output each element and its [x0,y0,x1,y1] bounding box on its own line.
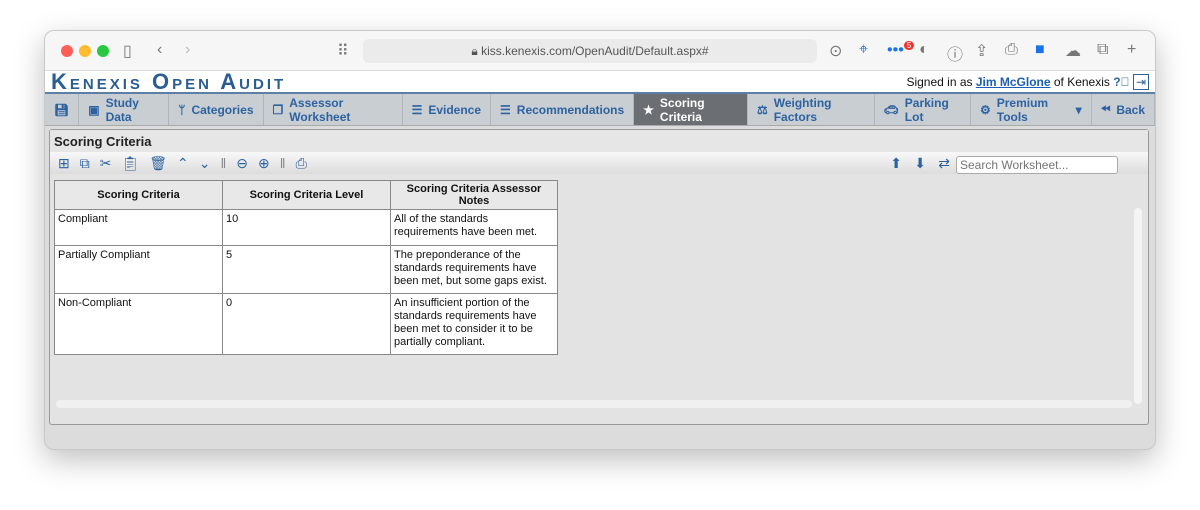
arrow-up-circle-icon[interactable]: ⬆ [890,155,902,172]
worksheet-toolbar: ⊞ ⧉ ✂ 📋︎ 🗑︎ ⌃ ⌄ ‖ ⊖ ⊕ ‖ ⎙ ⬆ ⬇ ⇄ [50,152,1148,174]
tab-label: Assessor Worksheet [289,95,351,124]
grid-icon[interactable]: ⠿ [337,41,349,61]
back-icon: ⏪︎ [1100,102,1111,116]
arrow-down-circle-icon[interactable]: ⬇ [914,155,926,172]
browser-window: ▯ ‹ › ⠿ 🔒︎ kiss.kenexis.com/OpenAudit/De… [44,30,1156,450]
cell[interactable]: All of the standards requirements have b… [390,209,558,246]
cell[interactable]: 10 [222,209,391,246]
star-icon: ★ [643,102,654,117]
tab-scoring-criteria[interactable]: ★ Scoring Criteria [634,94,748,125]
tab-weighting-factors[interactable]: ⚖ Weighting Factors [748,94,875,125]
move-down-icon[interactable]: ⌄ [199,155,211,172]
tabs-icon[interactable]: ⧉ [1097,41,1108,59]
separator: ‖ [279,155,286,171]
delete-icon[interactable]: 🗑︎ [149,155,167,172]
target-icon[interactable]: ⌖ [859,41,868,59]
tab-label: Evidence [428,102,482,117]
close-button[interactable] [61,45,73,57]
tab-categories[interactable]: ᛘ Categories [169,94,264,125]
tab-study-data[interactable]: ▣ Study Data [79,94,170,125]
list-icon: ☰ [411,102,423,117]
move-up-icon[interactable]: ⌃ [177,155,189,172]
cut-icon[interactable]: ✂ [100,155,112,172]
table-row[interactable]: Non-Compliant 0 An insufficient portion of… [54,293,558,355]
tab-premium-tools[interactable]: ⚙ Premium Tools ▾ [971,94,1092,125]
tab-label: Recommendations [516,102,625,117]
cell[interactable]: The preponderance of the standards requi… [390,245,558,294]
help-icon[interactable]: ?⃝ [1113,75,1129,89]
tab-label: Back [1116,102,1145,117]
cell[interactable]: 0 [222,293,391,355]
gears-icon: ⚙ [979,102,991,117]
tab-label: Premium Tools [996,95,1049,124]
cell[interactable]: 5 [222,245,391,294]
print-icon[interactable]: ⎙ [296,155,307,172]
list-icon: ☰ [500,102,511,117]
shield-icon[interactable]: ◐ [919,41,929,59]
search-worksheet-input[interactable] [956,156,1118,174]
column-header[interactable]: Scoring Criteria Assessor Notes [390,180,558,210]
tab-recommendations[interactable]: ☰ Recommendations [491,94,635,125]
translate-icon[interactable]: ■ [1035,41,1045,59]
url-bar[interactable]: 🔒︎ kiss.kenexis.com/OpenAudit/Default.as… [363,39,817,63]
signed-in-info: Signed in as Jim McGlone of Kenexis ?⃝ ⇥ [906,74,1149,90]
tab-label: Categories [191,102,254,117]
tab-label: Scoring Criteria [659,95,705,124]
paste-icon[interactable]: 📋︎ [121,155,139,172]
zoom-button[interactable] [97,45,109,57]
minimize-button[interactable] [79,45,91,57]
logout-icon[interactable]: ⇥ [1132,74,1149,90]
scoring-criteria-panel: Scoring Criteria ⊞ ⧉ ✂ 📋︎ 🗑︎ ⌃ ⌄ ‖ ⊖ ⊕ ‖… [49,129,1149,425]
tab-evidence[interactable]: ☰ Evidence [403,94,492,125]
horizontal-scrollbar[interactable] [56,400,1132,408]
app-logo: Kenexis Open Audit [51,69,287,94]
fork-icon: ᛘ [178,102,186,117]
sidebar-icon[interactable]: ▯ [123,41,132,61]
cloud-icon[interactable]: ☁ [1065,41,1081,61]
tab-assessor-worksheet[interactable]: ❐ Assessor Worksheet [264,94,403,125]
cell[interactable]: An insufficient portion of the standards… [390,293,558,355]
back-nav-icon[interactable]: ‹ [157,41,162,59]
print-icon[interactable]: ⎙ [1005,41,1018,59]
column-header[interactable]: Scoring Criteria [54,180,223,210]
scale-icon: ⚖ [756,102,768,117]
share-icon[interactable]: ⇪ [975,41,988,61]
swap-icon[interactable]: ⇄ [938,155,950,172]
column-header[interactable]: Scoring Criteria Level [222,180,391,210]
tab-label: Weighting Factors [773,95,832,124]
tab-parking-lot[interactable]: 🚗︎ Parking Lot [875,94,971,125]
vertical-scrollbar[interactable] [1134,208,1142,404]
id-card-icon: ▣ [88,102,100,117]
cell[interactable]: Partially Compliant [54,245,223,294]
extension-icon[interactable]: ••• 5 [887,41,915,59]
caret-down-icon: ▾ [1075,102,1082,117]
tab-label: Parking Lot [904,95,949,124]
tab-label: Study Data [105,95,139,124]
cell[interactable]: Compliant [54,209,223,246]
table-row[interactable]: Partially Compliant 5 The preponderance of… [54,245,558,294]
main-tabs: 💾︎ ▣ Study Data ᛘ Categories ❐ Assessor Worksh… [45,94,1155,126]
browser-titlebar: ▯ ‹ › ⠿ 🔒︎ kiss.kenexis.com/OpenAudit/De… [45,31,1155,71]
new-tab-icon[interactable]: + [1127,41,1136,59]
download-icon[interactable]: ⊙ [829,41,842,61]
copy-icon: ❐ [272,102,284,117]
lock-icon: 🔒︎ [471,44,482,58]
table-row[interactable]: Compliant 10 All of the standards requirem… [54,209,558,246]
tab-back[interactable]: ⏪︎ Back [1092,94,1155,125]
info-icon[interactable]: ⓘ [947,41,963,65]
panel-title: Scoring Criteria [50,130,1148,152]
separator: ‖ [220,155,227,171]
save-icon: 💾︎ [54,102,70,117]
user-link[interactable]: Jim McGlone [976,75,1051,89]
tab-save[interactable]: 💾︎ [45,94,80,125]
car-icon: 🚗︎ [883,102,899,117]
zoom-in-icon[interactable]: ⊕ [258,155,270,172]
zoom-out-icon[interactable]: ⊖ [236,155,248,172]
scoring-criteria-table: Scoring Criteria Scoring Criteria Level … [54,180,558,355]
add-icon[interactable]: ⊞ [58,155,70,172]
duplicate-icon[interactable]: ⧉ [80,155,90,172]
app-header: Kenexis Open Audit Signed in as Jim McGl… [45,69,1155,94]
cell[interactable]: Non-Compliant [54,293,223,355]
forward-nav-icon[interactable]: › [185,41,190,59]
